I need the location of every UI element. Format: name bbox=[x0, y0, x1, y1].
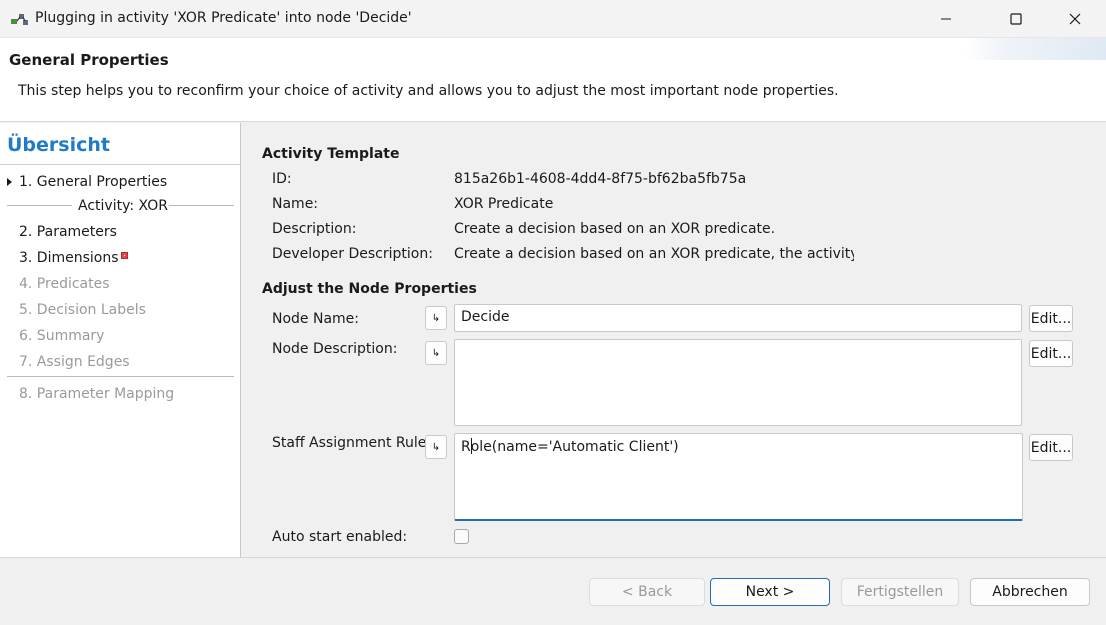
wizard-footer: < Back Next > Fertigstellen Abbrechen bbox=[0, 557, 1106, 625]
activity-template-heading: Activity Template bbox=[262, 146, 400, 162]
staff-rule-text-start: R bbox=[461, 439, 471, 455]
divider bbox=[7, 205, 72, 206]
error-icon bbox=[120, 252, 128, 259]
node-description-link-button[interactable]: ↳ bbox=[425, 341, 447, 365]
overview-sidebar: Übersicht 1. General Properties Activity… bbox=[0, 123, 241, 557]
node-description-label: Node Description: bbox=[272, 341, 398, 357]
close-icon bbox=[1069, 13, 1081, 25]
current-step-arrow-icon bbox=[7, 178, 12, 186]
window-title: Plugging in activity 'XOR Predicate' int… bbox=[35, 10, 412, 26]
step-assign-edges: 7. Assign Edges bbox=[19, 354, 130, 370]
divider bbox=[169, 205, 234, 206]
step-decision-labels: 5. Decision Labels bbox=[19, 302, 146, 318]
minimize-icon bbox=[941, 18, 951, 20]
staff-assignment-rule-label: Staff Assignment Rule: bbox=[272, 435, 432, 451]
return-arrow-icon: ↳ bbox=[431, 441, 441, 453]
step-group-activity-xor: Activity: XOR bbox=[78, 198, 168, 214]
node-name-link-button[interactable]: ↳ bbox=[425, 306, 447, 330]
step-predicates: 4. Predicates bbox=[19, 276, 110, 292]
name-value: XOR Predicate bbox=[454, 196, 554, 212]
description-value: Create a decision based on an XOR predic… bbox=[454, 221, 776, 237]
step-parameter-mapping: 8. Parameter Mapping bbox=[19, 386, 175, 402]
step-dimensions[interactable]: 3. Dimensions bbox=[19, 250, 128, 266]
wizard-header: General Properties This step helps you t… bbox=[0, 38, 1106, 122]
staff-rule-text-rest: ole(name='Automatic Client') bbox=[470, 439, 679, 455]
auto-start-checkbox[interactable] bbox=[454, 529, 469, 544]
next-button[interactable]: Next > bbox=[710, 578, 830, 606]
page-description: This step helps you to reconfirm your ch… bbox=[18, 83, 839, 99]
title-bar: Plugging in activity 'XOR Predicate' int… bbox=[0, 0, 1106, 38]
staff-assignment-edit-button[interactable]: Edit... bbox=[1029, 434, 1073, 461]
close-button[interactable] bbox=[1052, 0, 1098, 38]
maximize-button[interactable] bbox=[993, 0, 1039, 38]
staff-assignment-rule-field[interactable]: Role(name='Automatic Client') bbox=[454, 433, 1023, 521]
return-arrow-icon: ↳ bbox=[431, 312, 441, 324]
minimize-button[interactable] bbox=[923, 0, 969, 38]
step-general-properties[interactable]: 1. General Properties bbox=[19, 174, 167, 190]
plugin-icon bbox=[10, 10, 30, 28]
step-dimensions-label: 3. Dimensions bbox=[19, 250, 119, 266]
node-name-field[interactable]: Decide bbox=[454, 304, 1022, 332]
finish-button[interactable]: Fertigstellen bbox=[841, 578, 959, 606]
page-title: General Properties bbox=[9, 51, 169, 69]
node-name-edit-button[interactable]: Edit... bbox=[1029, 305, 1073, 332]
staff-assignment-link-button[interactable]: ↳ bbox=[425, 435, 447, 459]
id-label: ID: bbox=[272, 171, 292, 187]
cancel-button[interactable]: Abbrechen bbox=[970, 578, 1090, 606]
name-label: Name: bbox=[272, 196, 319, 212]
header-decoration bbox=[966, 38, 1106, 60]
divider bbox=[0, 164, 240, 165]
developer-description-label: Developer Description: bbox=[272, 246, 433, 262]
divider bbox=[7, 376, 234, 377]
node-properties-heading: Adjust the Node Properties bbox=[262, 281, 477, 297]
step-summary: 6. Summary bbox=[19, 328, 105, 344]
return-arrow-icon: ↳ bbox=[431, 347, 441, 359]
auto-start-label: Auto start enabled: bbox=[272, 529, 408, 545]
description-label: Description: bbox=[272, 221, 357, 237]
sidebar-title: Übersicht bbox=[7, 134, 110, 156]
main-panel: Activity Template ID: 815a26b1-4608-4dd4… bbox=[242, 123, 1106, 557]
developer-description-value: Create a decision based on an XOR predic… bbox=[454, 246, 854, 262]
id-value: 815a26b1-4608-4dd4-8f75-bf62ba5fb75a bbox=[454, 171, 747, 187]
back-button[interactable]: < Back bbox=[589, 578, 705, 606]
node-description-edit-button[interactable]: Edit... bbox=[1029, 340, 1073, 367]
step-parameters[interactable]: 2. Parameters bbox=[19, 224, 117, 240]
maximize-icon bbox=[1010, 13, 1022, 25]
node-description-field[interactable] bbox=[454, 339, 1022, 426]
node-name-label: Node Name: bbox=[272, 311, 360, 327]
